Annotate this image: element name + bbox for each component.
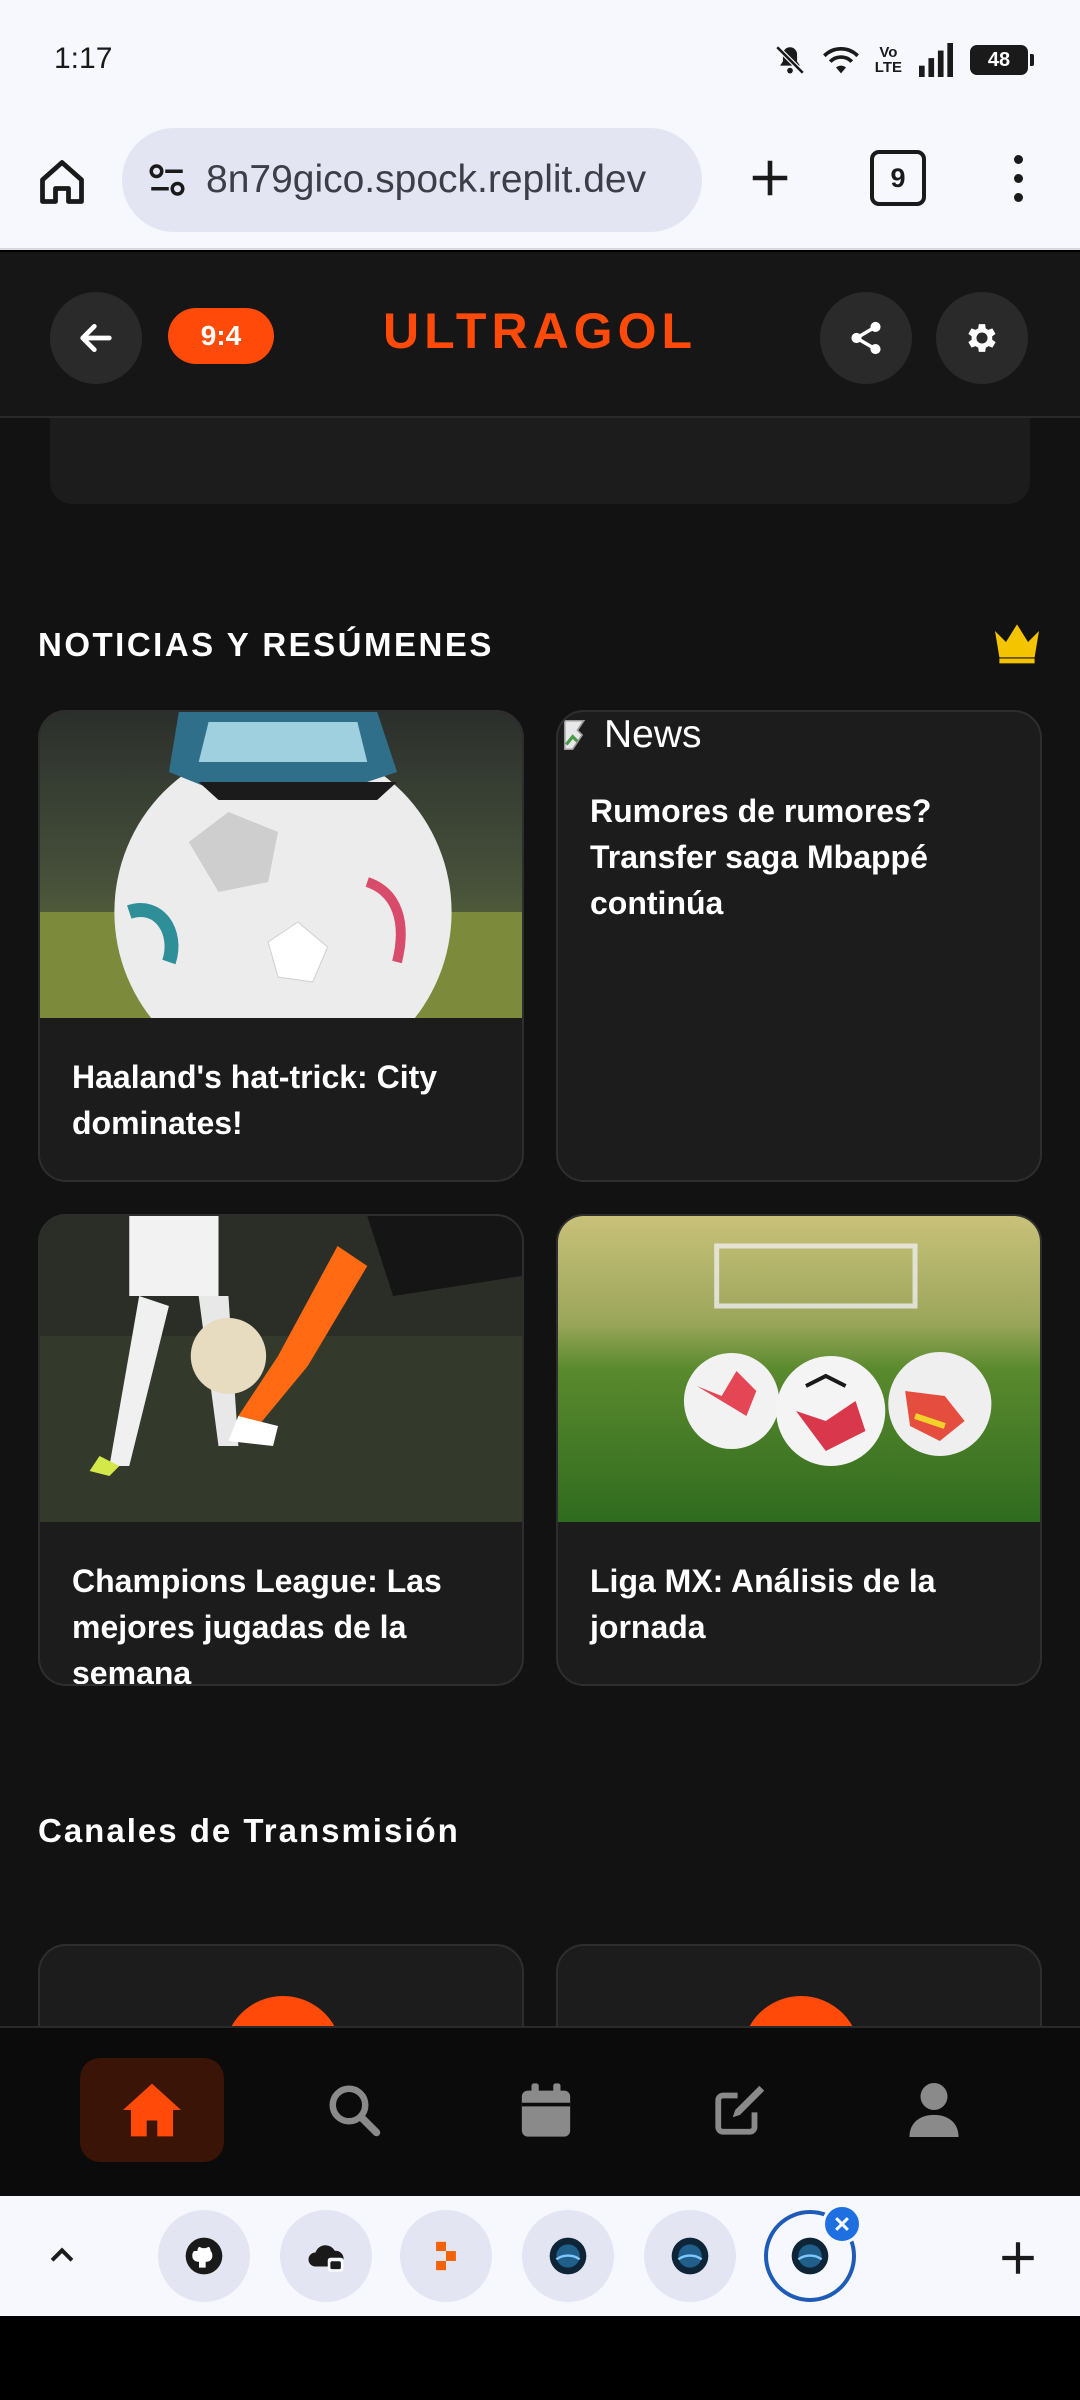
previous-section-card	[50, 418, 1030, 504]
home-icon	[123, 2083, 181, 2137]
bell-muted-icon	[775, 45, 805, 75]
status-time: 1:17	[54, 42, 113, 75]
menu-dot	[1013, 173, 1023, 183]
expand-tabs-button[interactable]	[36, 2230, 88, 2282]
menu-dot	[1013, 154, 1023, 164]
signal-icon	[919, 43, 953, 77]
tab-replit[interactable]	[400, 2210, 492, 2302]
address-bar[interactable]: 8n79gico.spock.replit.dev	[122, 128, 702, 232]
channels-section-title: Canales de Transmisión	[38, 1812, 460, 1849]
system-navigation-bar	[0, 2316, 1080, 2400]
tab-ultragol-2[interactable]	[644, 2210, 736, 2302]
plus-icon	[1002, 2242, 1034, 2274]
news-card[interactable]: Liga MX: Análisis de la jornada	[556, 1214, 1042, 1686]
search-icon	[329, 2085, 381, 2137]
tab-cloud[interactable]	[280, 2210, 372, 2302]
nav-calendar[interactable]	[474, 2058, 618, 2162]
broken-image-alt: News	[604, 713, 702, 756]
share-icon	[851, 321, 881, 355]
nav-edit[interactable]	[668, 2058, 812, 2162]
calendar-icon	[521, 2083, 571, 2137]
close-icon	[835, 2217, 849, 2231]
broken-image: News	[558, 712, 1040, 758]
user-icon	[909, 2083, 959, 2137]
score-badge: 9:4	[168, 308, 274, 364]
battery-icon: 48	[970, 45, 1034, 75]
tab-github[interactable]	[158, 2210, 250, 2302]
nav-search[interactable]	[282, 2058, 426, 2162]
news-card[interactable]: News Rumores de rumores? Transfer saga M…	[556, 710, 1042, 1182]
replit-icon	[436, 2241, 456, 2271]
back-button[interactable]	[50, 292, 142, 384]
status-icons: Vo LTE 48	[773, 40, 1034, 80]
web-page: 9:4 ULTRAGOL NOTICIAS Y RESÚMENES Haalan…	[0, 252, 1080, 2196]
site-settings-icon[interactable]	[142, 155, 192, 205]
browser-tab-strip	[0, 2196, 1080, 2316]
news-card-title: Haaland's hat-trick: City dominates!	[72, 1059, 438, 1141]
nav-profile[interactable]	[862, 2058, 1006, 2162]
browser-menu-button[interactable]	[990, 146, 1046, 210]
menu-dot	[1013, 192, 1023, 202]
address-url[interactable]: 8n79gico.spock.replit.dev	[206, 158, 686, 202]
settings-button[interactable]	[936, 292, 1028, 384]
news-card[interactable]: Champions League: Las mejores jugadas de…	[38, 1214, 524, 1686]
app-header: 9:4 ULTRAGOL	[0, 252, 1080, 418]
news-card-title: Liga MX: Análisis de la jornada	[590, 1563, 936, 1645]
nav-home[interactable]	[80, 2058, 224, 2162]
crown-icon	[995, 624, 1039, 664]
arrow-left-icon	[80, 324, 112, 352]
news-thumbnail-players	[40, 1216, 522, 1522]
news-thumbnail-balls	[558, 1216, 1040, 1522]
browser-toolbar: 8n79gico.spock.replit.dev 9	[0, 124, 1080, 250]
news-section-title: NOTICIAS Y RESÚMENES	[38, 626, 494, 663]
sphere-icon	[791, 2237, 829, 2275]
add-tab-button[interactable]	[990, 2230, 1046, 2286]
github-icon	[185, 2237, 223, 2275]
gear-icon	[968, 324, 996, 352]
news-card-title: Champions League: Las mejores jugadas de…	[72, 1563, 442, 1686]
news-thumbnail-ball	[40, 712, 522, 1018]
bottom-navigation	[0, 2026, 1080, 2196]
close-tab-button[interactable]	[822, 2204, 862, 2244]
cloud-lock-icon	[308, 2245, 344, 2272]
news-card-title: Rumores de rumores? Transfer saga Mbappé…	[590, 793, 932, 921]
broken-image-icon	[563, 719, 586, 751]
new-tab-button[interactable]	[738, 146, 802, 210]
tab-switcher-button[interactable]: 9	[870, 150, 926, 206]
sphere-icon	[549, 2237, 587, 2275]
plus-icon	[752, 160, 788, 196]
home-outline-icon	[40, 160, 84, 204]
share-button[interactable]	[820, 292, 912, 384]
news-card[interactable]: Haaland's hat-trick: City dominates!	[38, 710, 524, 1182]
edit-icon	[715, 2085, 765, 2135]
brand-logo: ULTRAGOL	[382, 303, 698, 359]
sphere-icon	[671, 2237, 709, 2275]
chevron-up-icon	[50, 2247, 74, 2262]
status-bar: 1:17 Vo LTE 48	[0, 0, 1080, 124]
wifi-icon	[822, 47, 859, 74]
tab-ultragol-1[interactable]	[522, 2210, 614, 2302]
volte-indicator: Vo LTE	[874, 44, 902, 76]
tab-ultragol-active[interactable]	[764, 2204, 862, 2302]
browser-home-button[interactable]	[30, 150, 94, 214]
